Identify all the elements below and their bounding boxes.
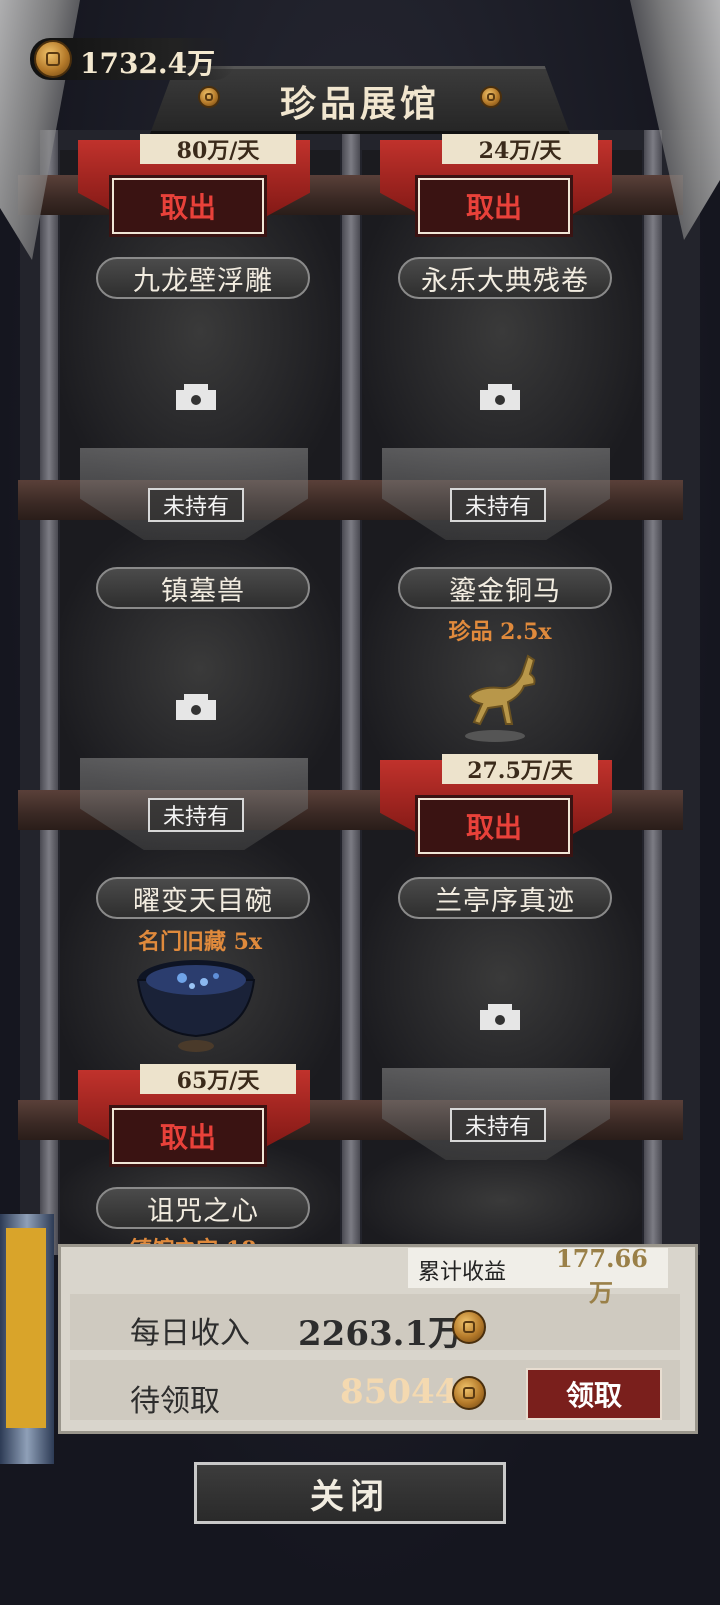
not-owned-tag: 未持有 — [450, 1108, 546, 1142]
gold-coin-icon — [452, 1376, 486, 1410]
gold-coin-icon — [34, 40, 72, 78]
coin-balance: 1732.4万 — [80, 47, 216, 80]
item-name-plate: 永乐大典残卷 — [398, 257, 612, 299]
item-name-plate: 诅咒之心 — [96, 1187, 310, 1229]
close-button[interactable]: 关闭 — [194, 1462, 506, 1524]
item-name-plate: 镇墓兽 — [96, 567, 310, 609]
shelf-post — [40, 130, 58, 1255]
item-name-plate: 曜变天目碗 — [96, 877, 310, 919]
not-owned-tag: 未持有 — [148, 798, 244, 832]
item-name-plate: 九龙壁浮雕 — [96, 257, 310, 299]
lock-icon — [176, 694, 216, 720]
income-tag: 80万/天 — [140, 134, 296, 164]
gold-coin-icon — [452, 1310, 486, 1344]
coin-ornament-icon — [198, 86, 220, 108]
take-out-button[interactable]: 取出 — [112, 178, 264, 234]
item-name-plate: 鎏金铜马 — [398, 567, 612, 609]
shelf-post — [342, 130, 360, 1255]
claim-button[interactable]: 领取 — [526, 1368, 662, 1420]
page-title: 珍品展馆 — [279, 83, 440, 125]
cumulative-label: 累计收益 — [418, 1260, 507, 1285]
shelf-post — [644, 130, 662, 1255]
multiplier-label: 镇馆之宝 18x — [60, 1232, 340, 1244]
shelf-cell — [362, 830, 642, 1100]
bronze-horse-icon — [465, 654, 536, 742]
tenmoku-bowl-icon — [136, 960, 256, 1052]
lock-icon — [176, 384, 216, 410]
not-owned-tag: 未持有 — [148, 488, 244, 522]
income-tag: 24万/天 — [442, 134, 598, 164]
not-owned-tag: 未持有 — [450, 488, 546, 522]
lock-icon — [480, 1004, 520, 1030]
talisman-icon — [6, 1228, 46, 1428]
income-tag: 65万/天 — [140, 1064, 296, 1094]
lock-icon — [480, 384, 520, 410]
pending-label: 待领取 — [130, 1384, 220, 1419]
daily-income-label: 每日收入 — [130, 1316, 250, 1351]
income-tag: 27.5万/天 — [442, 754, 598, 784]
take-out-button[interactable]: 取出 — [112, 1108, 264, 1164]
item-name-plate: 兰亭序真迹 — [398, 877, 612, 919]
pending-value: 85044 — [340, 1372, 459, 1412]
coin-ornament-icon — [480, 86, 502, 108]
daily-income-value: 2263.1万 — [298, 1314, 463, 1354]
take-out-button[interactable]: 取出 — [418, 178, 570, 234]
take-out-button[interactable]: 取出 — [418, 798, 570, 854]
cumulative-value: 177.66万 — [556, 1244, 648, 1307]
shelf-cell — [60, 520, 340, 790]
